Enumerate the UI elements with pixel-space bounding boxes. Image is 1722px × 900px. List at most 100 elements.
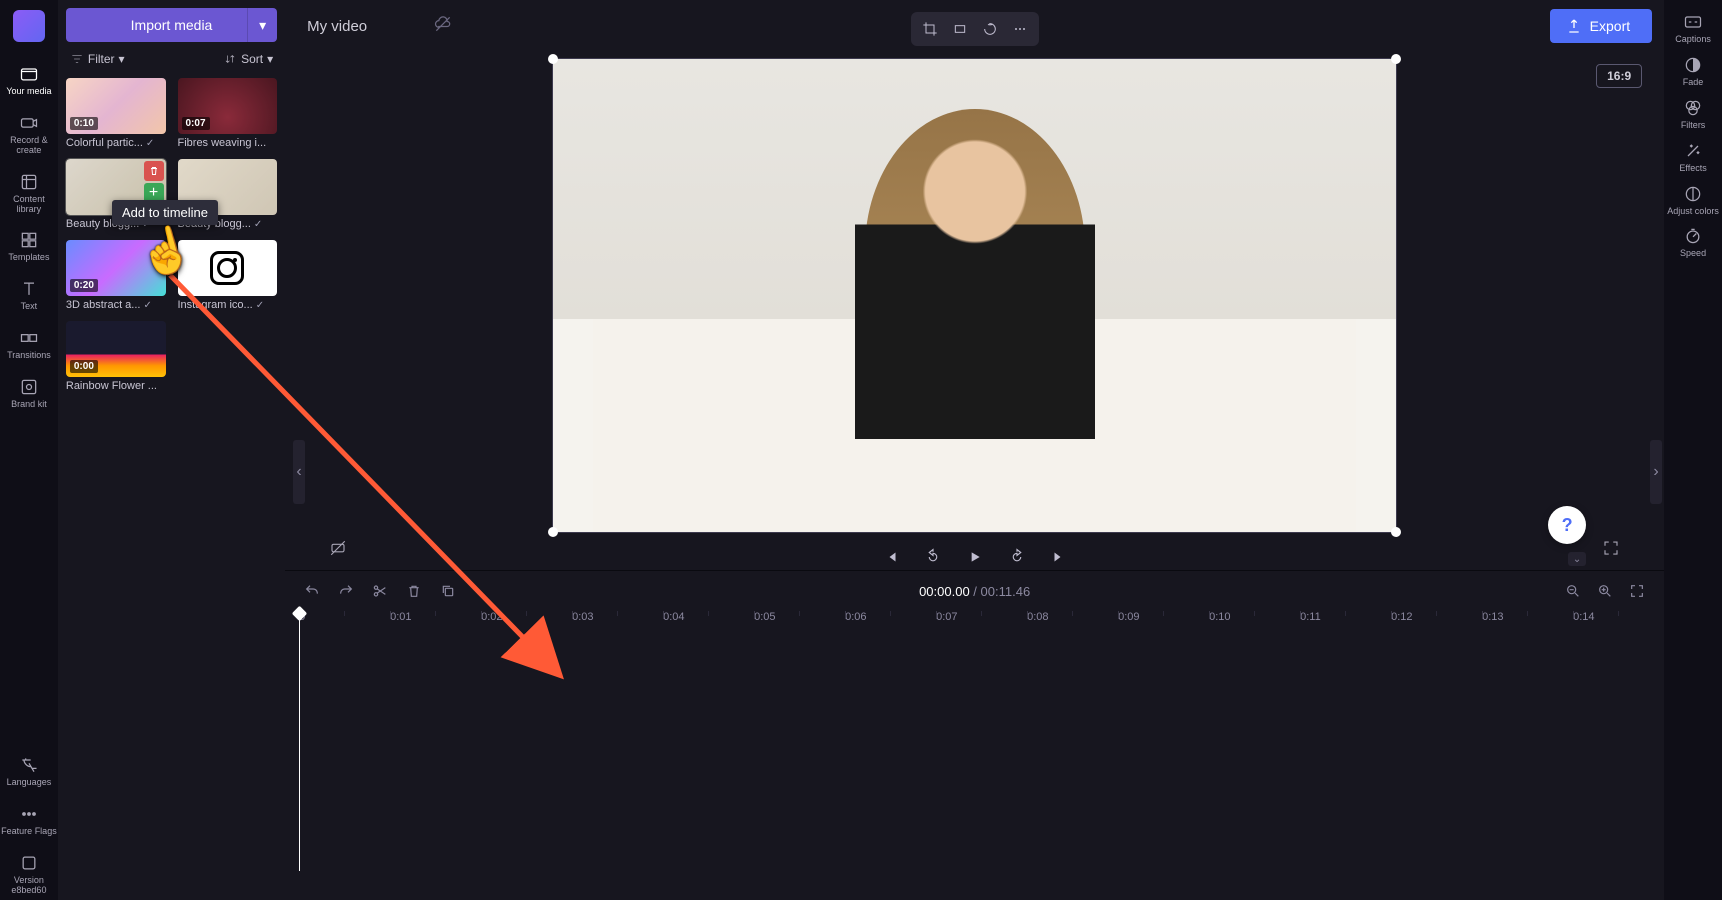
export-button[interactable]: Export [1550, 9, 1652, 43]
more-button[interactable] [1005, 16, 1035, 42]
version-icon [19, 853, 39, 873]
skip-forward-icon [1050, 548, 1068, 566]
filter-button[interactable]: Filter ▾ [70, 52, 125, 66]
right-item-captions[interactable]: Captions [1665, 12, 1721, 45]
right-item-speed[interactable]: Speed [1665, 226, 1721, 259]
media-item[interactable]: 0:07 Fibres weaving i... [178, 78, 278, 149]
sidebar-item-languages[interactable]: Languages [1, 751, 57, 792]
crop-button[interactable] [915, 16, 945, 42]
skip-end-button[interactable] [1049, 547, 1069, 567]
duplicate-button[interactable] [439, 582, 457, 600]
upload-icon [1566, 18, 1582, 34]
duration-badge: 0:00 [70, 360, 98, 373]
adjust-icon [1683, 184, 1703, 204]
camera-icon [19, 113, 39, 133]
right-item-effects[interactable]: Effects [1665, 141, 1721, 174]
video-canvas[interactable] [552, 58, 1397, 533]
ruler-tick: 0:14 [1573, 611, 1594, 623]
sidebar-item-record[interactable]: Record & create [1, 109, 57, 160]
canvas-tools [911, 12, 1039, 46]
sort-button[interactable]: Sort ▾ [223, 52, 273, 66]
project-title-input[interactable] [297, 12, 417, 41]
sidebar-item-version[interactable]: Version e8bed60 [1, 849, 57, 900]
collapse-properties-panel[interactable]: › [1650, 440, 1662, 504]
skip-start-button[interactable] [881, 547, 901, 567]
resize-handle[interactable] [548, 54, 558, 64]
media-thumbnail: 0:00 [66, 321, 166, 377]
language-icon [19, 755, 39, 775]
timeline: 00:00.00 / 00:11.46 0 0:01 0:02 0:03 0:0… [285, 570, 1664, 900]
resize-handle[interactable] [1391, 54, 1401, 64]
redo-button[interactable] [337, 582, 355, 600]
media-item[interactable]: 0:00 Rainbow Flower ... [66, 321, 166, 392]
media-name: Rainbow Flower ... [66, 380, 157, 392]
fit-button[interactable] [945, 16, 975, 42]
split-button[interactable] [371, 582, 389, 600]
right-item-filters[interactable]: Filters [1665, 98, 1721, 131]
export-label: Export [1590, 18, 1630, 34]
sidebar-item-content-library[interactable]: Content library [1, 168, 57, 219]
timeline-ruler[interactable]: 0 0:01 0:02 0:03 0:04 0:05 0:06 0:07 0:0… [299, 611, 1664, 637]
fullscreen-icon [1602, 539, 1620, 557]
rewind-button[interactable] [923, 547, 943, 567]
media-item[interactable]: 0:20 3D abstract a...✓ [66, 240, 166, 311]
collapse-media-panel[interactable]: ‹ [293, 440, 305, 504]
sidebar-item-your-media[interactable]: Your media [1, 60, 57, 101]
rotate-button[interactable] [975, 16, 1005, 42]
zoom-fit-button[interactable] [1628, 582, 1646, 600]
sidebar-item-label: Version e8bed60 [1, 876, 57, 896]
chevron-down-icon: ▾ [267, 52, 273, 66]
fade-icon [1683, 55, 1703, 75]
filter-label: Filter [88, 52, 115, 66]
right-item-fade[interactable]: Fade [1665, 55, 1721, 88]
media-name: Colorful partic... [66, 137, 143, 149]
sidebar-item-text[interactable]: Text [1, 275, 57, 316]
ruler-tick: 0:05 [754, 611, 775, 623]
library-icon [19, 172, 39, 192]
play-icon [967, 549, 983, 565]
media-thumbnail: 0:10 [66, 78, 166, 134]
resize-handle[interactable] [1391, 527, 1401, 537]
rotate-icon [982, 21, 998, 37]
effects-icon [1683, 141, 1703, 161]
zoom-out-button[interactable] [1564, 582, 1582, 600]
text-icon [19, 279, 39, 299]
media-name: Fibres weaving i... [178, 137, 267, 149]
media-item[interactable]: 0:10 Colorful partic...✓ [66, 78, 166, 149]
delete-button[interactable] [405, 582, 423, 600]
subtitle-toggle[interactable] [329, 539, 347, 562]
zoom-in-button[interactable] [1596, 582, 1614, 600]
right-item-adjust-colors[interactable]: Adjust colors [1665, 184, 1721, 217]
import-media-button[interactable]: Import media ▾ [66, 8, 277, 42]
sidebar-item-brand-kit[interactable]: Brand kit [1, 373, 57, 414]
preview-area [285, 52, 1664, 570]
sidebar-item-feature-flags[interactable]: Feature Flags [1, 800, 57, 841]
help-button[interactable]: ? [1548, 506, 1586, 544]
ruler-tick: 0:10 [1209, 611, 1230, 623]
undo-button[interactable] [303, 582, 321, 600]
sidebar-item-templates[interactable]: Templates [1, 226, 57, 267]
fullscreen-button[interactable] [1602, 539, 1620, 562]
forward-icon [1008, 548, 1026, 566]
playhead[interactable] [299, 611, 300, 871]
undo-icon [304, 583, 320, 599]
current-time: 00:00.00 [919, 584, 970, 599]
main-area: Export 16:9 [285, 0, 1664, 900]
sidebar-item-transitions[interactable]: Transitions [1, 324, 57, 365]
duration-badge: 0:10 [70, 117, 98, 130]
resize-handle[interactable] [548, 527, 558, 537]
forward-button[interactable] [1007, 547, 1027, 567]
delete-media-button[interactable] [144, 161, 164, 181]
fit-icon [1629, 583, 1645, 599]
trash-icon [406, 583, 422, 599]
collapse-preview-button[interactable]: ⌄ [1568, 552, 1586, 566]
ruler-tick: 0:02 [481, 611, 502, 623]
play-button[interactable] [965, 547, 985, 567]
media-item[interactable]: Instagram ico...✓ [178, 240, 278, 311]
chevron-down-icon[interactable]: ▾ [247, 8, 277, 42]
zoom-in-icon [1597, 583, 1613, 599]
cloud-sync-icon[interactable] [433, 14, 453, 39]
sidebar-item-label: Feature Flags [1, 827, 57, 837]
app-logo[interactable] [13, 10, 45, 42]
duration-badge: 0:20 [70, 279, 98, 292]
